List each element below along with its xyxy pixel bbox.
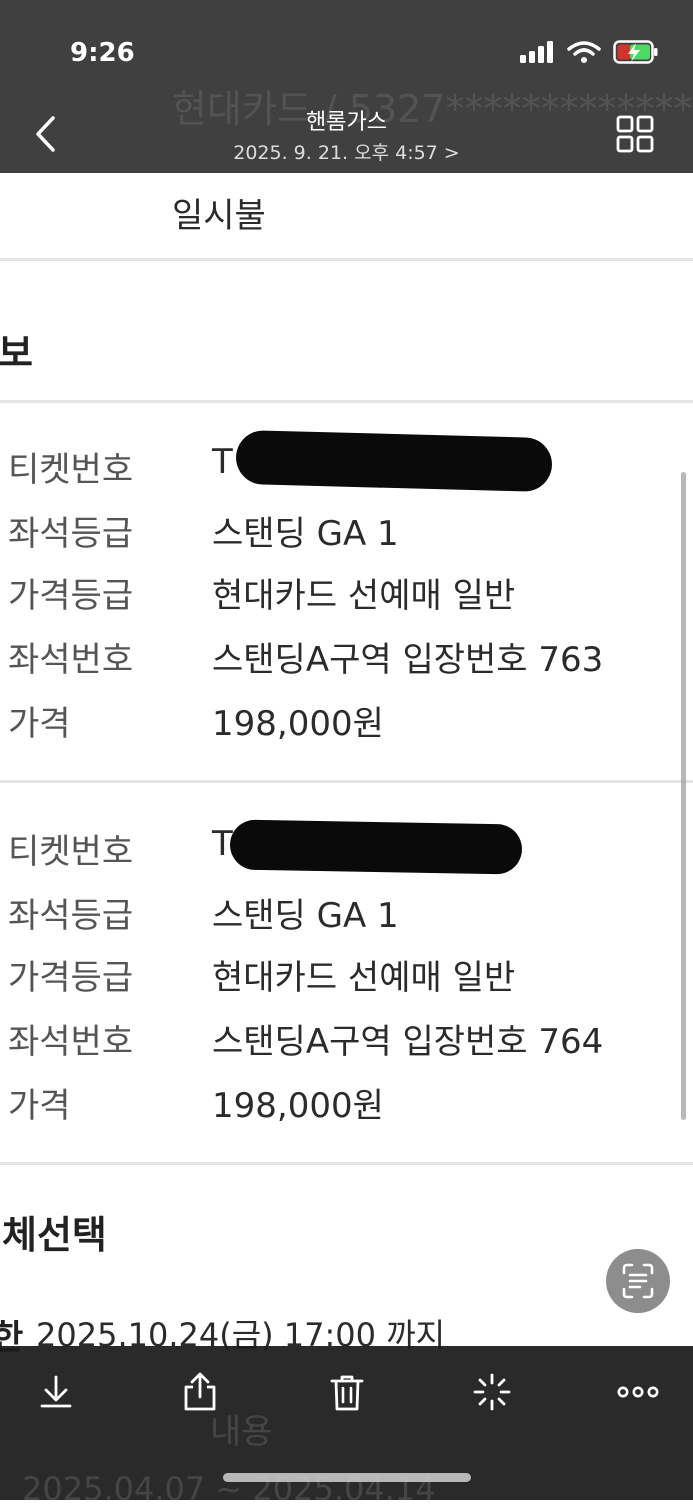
ticket-number-label: 티켓번호 <box>8 450 134 490</box>
price-label: 가격 <box>8 704 71 744</box>
seat-grade-label: 좌석등급 <box>8 514 134 554</box>
price-grade-value: 현대카드 선예매 일반 <box>212 576 516 616</box>
divider <box>0 258 693 261</box>
ticket-number-value: T <box>212 442 233 482</box>
delivery-section-title-partial: 체선택 <box>2 1213 107 1257</box>
installment-text: 일시불 <box>172 196 266 236</box>
viewer-date-link[interactable]: 2025. 9. 21. 오후 4:57 > <box>0 138 693 165</box>
price-grade-label: 가격등급 <box>8 576 134 616</box>
redaction-mark <box>229 819 523 875</box>
more-icon[interactable] <box>616 1372 660 1412</box>
viewer-title[interactable]: 핸롬가스 <box>0 104 693 136</box>
divider <box>0 780 693 783</box>
redaction-mark <box>235 429 553 493</box>
seat-grade-value: 스탠딩 GA 1 <box>212 514 399 554</box>
grid-icon[interactable] <box>615 114 655 154</box>
photo-scroll-indicator <box>681 472 686 1120</box>
status-time: 9:26 <box>70 38 135 68</box>
seat-grade-label: 좌석등급 <box>8 896 134 936</box>
seat-number-value: 스탠딩A구역 입장번호 763 <box>212 640 604 680</box>
seat-grade-value: 스탠딩 GA 1 <box>212 896 399 936</box>
price-grade-label: 가격등급 <box>8 958 134 998</box>
signal-icon <box>520 41 553 63</box>
price-value: 198,000원 <box>212 704 384 744</box>
price-grade-value: 현대카드 선예매 일반 <box>212 958 516 998</box>
trash-icon[interactable] <box>327 1372 367 1412</box>
price-value: 198,000원 <box>212 1086 384 1126</box>
text-scan-icon <box>622 1263 654 1299</box>
section-title-partial: 보 <box>0 331 33 375</box>
seat-number-label: 좌석번호 <box>8 1022 134 1062</box>
ticket-number-label: 티켓번호 <box>8 832 134 872</box>
seat-number-label: 좌석번호 <box>8 640 134 680</box>
receipt-photo: 일시불 보 티켓번호 T 좌석등급 스탠딩 GA 1 가격등급 현대카드 선예매… <box>0 0 693 1500</box>
sparkle-icon[interactable] <box>472 1372 512 1412</box>
price-label: 가격 <box>8 1086 71 1126</box>
divider <box>0 400 693 403</box>
download-icon[interactable] <box>36 1372 76 1412</box>
share-icon[interactable] <box>180 1372 220 1412</box>
status-indicators <box>519 40 659 64</box>
viewer-top-bar: 현대카드 / 5327************* 9:26 핸롬가스 2025.… <box>0 0 693 173</box>
seat-number-value: 스탠딩A구역 입장번호 764 <box>212 1022 604 1062</box>
home-indicator[interactable] <box>223 1473 471 1482</box>
wifi-icon <box>567 41 601 63</box>
divider <box>0 1162 693 1165</box>
battery-charging-icon <box>613 40 658 64</box>
live-text-button[interactable] <box>606 1249 670 1313</box>
